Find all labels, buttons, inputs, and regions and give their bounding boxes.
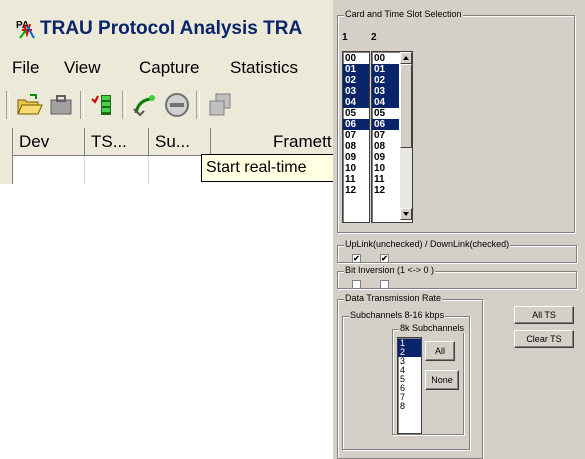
no-subchannels-button[interactable]: None [425, 370, 459, 390]
timeslot-item[interactable]: 00 [372, 53, 399, 64]
timeslot-item[interactable]: 10 [372, 163, 399, 174]
timeslot-item[interactable]: 01 [372, 64, 399, 75]
menu-statistics[interactable]: Statistics [230, 58, 298, 78]
timeslot-item[interactable]: 07 [372, 130, 399, 141]
menu-view[interactable]: View [64, 58, 101, 78]
bit-inversion-group: Bit Inversion (1 <-> 0 ) [337, 265, 577, 289]
timeslot-item[interactable]: 12 [343, 185, 369, 196]
menu-bar: File View Capture Statistics [0, 52, 334, 84]
timeslot-item[interactable]: 04 [372, 97, 399, 108]
card2-downlink-checkbox[interactable]: ✔ [380, 254, 389, 263]
timeslot-item[interactable]: 04 [343, 97, 369, 108]
timeslot-item[interactable]: 06 [372, 119, 399, 130]
toolbar-separator [80, 91, 84, 119]
app-title: TRAU Protocol Analysis TRA [40, 18, 303, 39]
column-header-frame[interactable]: Framett [211, 128, 334, 156]
column-header-dev[interactable]: Dev [13, 128, 85, 156]
timeslot-item[interactable]: 03 [372, 86, 399, 97]
all-ts-button[interactable]: All TS [514, 306, 574, 324]
group-label: Card and Time Slot Selection [344, 9, 463, 19]
arrow-down-icon [403, 212, 409, 216]
group-label: UpLink(unchecked) / DownLink(checked) [344, 239, 511, 249]
stop-icon[interactable] [162, 91, 192, 119]
column-header-ts[interactable]: TS... [85, 128, 149, 156]
all-subchannels-button[interactable]: All [425, 341, 455, 361]
toolbar [6, 87, 334, 123]
timeslot-item[interactable]: 09 [343, 152, 369, 163]
timeslot-item[interactable]: 07 [343, 130, 369, 141]
card1-timeslot-list[interactable]: 00 01 02 03 04 05 06 07 08 09 10 11 12 [342, 51, 370, 223]
column-divider [84, 156, 85, 184]
toolbar-grip [6, 91, 10, 119]
checklist-icon[interactable] [88, 91, 118, 119]
menu-capture[interactable]: Capture [139, 58, 199, 78]
timeslot-item[interactable]: 12 [372, 185, 399, 196]
timeslot-item[interactable]: 10 [343, 163, 369, 174]
toolbar-separator [196, 91, 200, 119]
column-divider [148, 156, 149, 184]
card-timeslot-panel: Card and Time Slot Selection 1 2 00 01 02 0… [333, 0, 585, 459]
group-label: Data Transmission Rate [344, 293, 443, 303]
timeslot-scrollbar[interactable] [400, 52, 412, 220]
card1-label: 1 [342, 32, 348, 43]
uplink-downlink-group: UpLink(unchecked) / DownLink(checked) [337, 239, 577, 263]
timeslot-item[interactable]: 05 [372, 108, 399, 119]
group-label: 8k Subchannels [399, 323, 466, 333]
timeslot-item[interactable]: 09 [372, 152, 399, 163]
toolbar-separator [122, 91, 126, 119]
tooltip: Start real-time [201, 154, 334, 182]
card2-label: 2 [371, 32, 377, 43]
scroll-up-arrow[interactable] [400, 52, 412, 64]
timeslot-item[interactable]: 02 [343, 75, 369, 86]
timeslot-item[interactable]: 06 [343, 119, 369, 130]
card2-bit-inversion-checkbox[interactable] [380, 280, 389, 289]
title-bar: PA TRAU Protocol Analysis TRA [0, 0, 334, 46]
timeslot-item[interactable]: 00 [343, 53, 369, 64]
open-folder-icon[interactable] [14, 91, 44, 119]
timeslot-item[interactable]: 02 [372, 75, 399, 86]
timeslot-item[interactable]: 11 [343, 174, 369, 185]
group-label: Bit Inversion (1 <-> 0 ) [344, 265, 436, 275]
app-logo-icon: PA [16, 18, 38, 40]
main-window: PA TRAU Protocol Analysis TRA File View … [0, 0, 334, 184]
copy-icon[interactable] [204, 91, 234, 119]
timeslot-item[interactable]: 05 [343, 108, 369, 119]
scroll-thumb[interactable] [400, 64, 412, 148]
briefcase-icon[interactable] [46, 91, 76, 119]
timeslot-item[interactable]: 01 [343, 64, 369, 75]
subchannel-item[interactable]: 8 [398, 402, 421, 411]
menu-file[interactable]: File [12, 58, 39, 78]
scroll-down-arrow[interactable] [400, 208, 412, 220]
timeslot-item[interactable]: 08 [343, 141, 369, 152]
clear-ts-button[interactable]: Clear TS [514, 330, 574, 348]
card2-timeslot-list[interactable]: 00 01 02 03 04 05 06 07 08 09 10 11 12 [371, 51, 413, 223]
group-label: Subchannels 8-16 kbps [349, 310, 446, 320]
start-capture-icon[interactable] [130, 91, 160, 119]
timeslot-item[interactable]: 03 [343, 86, 369, 97]
k8-subchannel-list[interactable]: 12345678 [397, 337, 422, 434]
column-header-su[interactable]: Su... [149, 128, 211, 156]
card1-downlink-checkbox[interactable]: ✔ [352, 254, 361, 263]
arrow-up-icon [403, 56, 409, 60]
card1-bit-inversion-checkbox[interactable] [352, 280, 361, 289]
timeslot-item[interactable]: 08 [372, 141, 399, 152]
timeslot-item[interactable]: 11 [372, 174, 399, 185]
